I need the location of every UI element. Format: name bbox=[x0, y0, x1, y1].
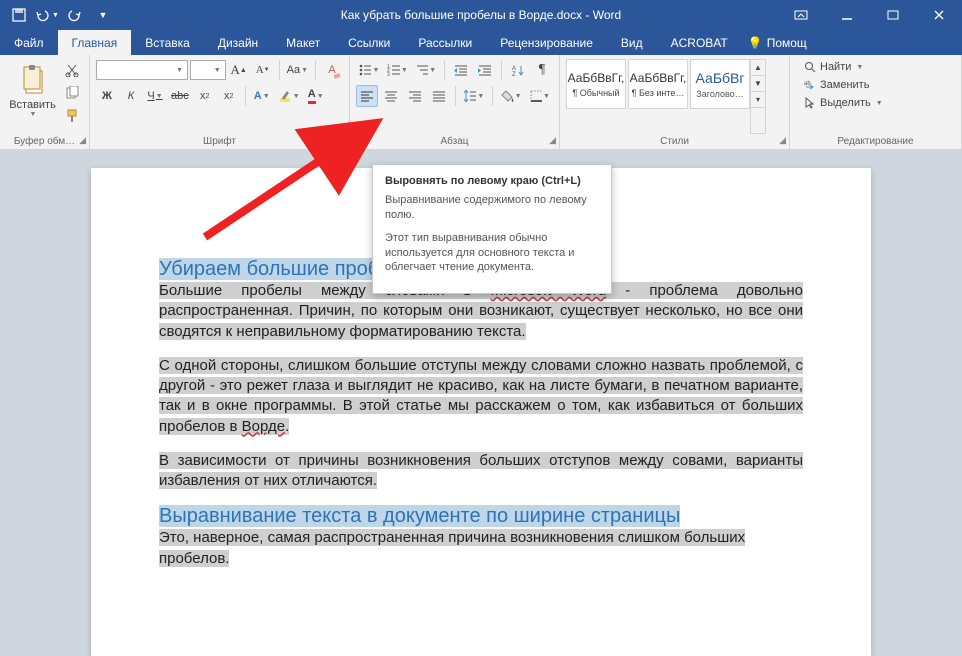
styles-launcher-icon[interactable]: ◢ bbox=[779, 135, 786, 146]
strike-icon[interactable]: abc bbox=[168, 85, 192, 107]
decrease-indent-icon[interactable] bbox=[450, 59, 472, 81]
doc-paragraph-4[interactable]: Это, наверное, самая распространенная пр… bbox=[159, 528, 803, 569]
format-painter-icon[interactable] bbox=[61, 105, 83, 127]
paste-button[interactable]: Вставить ▼ bbox=[6, 59, 59, 123]
tab-file[interactable]: Файл bbox=[0, 30, 58, 55]
group-editing: Найти▼ ab Заменить Выделить▼ Редактирова… bbox=[790, 55, 962, 149]
style-gallery-more-icon[interactable]: ▾ bbox=[751, 92, 765, 108]
align-right-icon[interactable] bbox=[404, 85, 426, 107]
bold-icon[interactable]: Ж bbox=[96, 85, 118, 107]
qa-customize-icon[interactable]: ▼ bbox=[90, 2, 116, 28]
style-gallery-up-icon[interactable]: ▲ bbox=[751, 60, 765, 76]
style-normal[interactable]: АаБбВвГг, ¶ Обычный bbox=[566, 59, 626, 109]
group-paragraph: ▼ 123▼ ▼ AZ ¶ ▼ ▼ ▼ Абзац ◢ bbox=[350, 55, 560, 149]
minimize-icon[interactable] bbox=[824, 0, 870, 30]
tab-layout[interactable]: Макет bbox=[272, 30, 334, 55]
cut-icon[interactable] bbox=[61, 59, 83, 81]
save-icon[interactable] bbox=[6, 2, 32, 28]
text-effects-icon[interactable]: A▼ bbox=[251, 85, 273, 107]
group-styles-label: Стили bbox=[566, 134, 783, 147]
maximize-icon[interactable] bbox=[870, 0, 916, 30]
tab-acrobat[interactable]: ACROBAT bbox=[657, 30, 742, 55]
copy-icon[interactable] bbox=[61, 82, 83, 104]
group-paragraph-label: Абзац bbox=[356, 134, 553, 147]
group-font: ▼ ▼ A▲ A▼ Aa▼ A Ж К Ч▼ abc x2 x2 A▼ ▼ A▼… bbox=[90, 55, 350, 149]
search-icon bbox=[804, 61, 816, 73]
style-gallery-down-icon[interactable]: ▼ bbox=[751, 76, 765, 92]
borders-icon[interactable]: ▼ bbox=[527, 85, 553, 107]
align-left-tooltip: Выровнять по левому краю (Ctrl+L) Выравн… bbox=[372, 164, 612, 294]
tab-view[interactable]: Вид bbox=[607, 30, 657, 55]
titlebar: ▼ ▼ Как убрать большие пробелы в Ворде.d… bbox=[0, 0, 962, 30]
tooltip-text-2: Этот тип выравнивания обычно используетс… bbox=[385, 231, 599, 276]
svg-text:ab: ab bbox=[804, 81, 811, 87]
group-font-label: Шрифт bbox=[96, 134, 343, 147]
find-button[interactable]: Найти▼ bbox=[800, 59, 951, 75]
ribbon-tabs: Файл Главная Вставка Дизайн Макет Ссылки… bbox=[0, 30, 962, 55]
shrink-font-icon[interactable]: A▼ bbox=[252, 59, 274, 81]
group-clipboard-label: Буфер обм… bbox=[6, 134, 83, 147]
shading-icon[interactable]: ▼ bbox=[498, 85, 524, 107]
tell-me-label: Помощ bbox=[767, 36, 807, 50]
numbering-icon[interactable]: 123▼ bbox=[384, 59, 410, 81]
line-spacing-icon[interactable]: ▼ bbox=[461, 85, 487, 107]
sort-icon[interactable]: AZ bbox=[507, 59, 529, 81]
window-title: Как убрать большие пробелы в Ворде.docx … bbox=[341, 8, 621, 22]
tab-insert[interactable]: Вставка bbox=[131, 30, 204, 55]
style-nospacing[interactable]: АаБбВвГг, ¶ Без инте… bbox=[628, 59, 688, 109]
svg-text:3: 3 bbox=[387, 72, 390, 76]
clear-format-icon[interactable]: A bbox=[321, 59, 343, 81]
align-left-icon[interactable] bbox=[356, 85, 378, 107]
justify-icon[interactable] bbox=[428, 85, 450, 107]
bullets-icon[interactable]: ▼ bbox=[356, 59, 382, 81]
tooltip-title: Выровнять по левому краю (Ctrl+L) bbox=[385, 175, 599, 187]
font-color-icon[interactable]: A▼ bbox=[305, 85, 327, 107]
font-size-combo[interactable]: ▼ bbox=[190, 60, 226, 80]
align-center-icon[interactable] bbox=[380, 85, 402, 107]
close-icon[interactable] bbox=[916, 0, 962, 30]
svg-text:Z: Z bbox=[512, 72, 516, 76]
redo-icon[interactable] bbox=[62, 2, 88, 28]
highlight-icon[interactable]: ▼ bbox=[275, 85, 303, 107]
clipboard-launcher-icon[interactable]: ◢ bbox=[79, 135, 86, 146]
tab-home[interactable]: Главная bbox=[58, 30, 132, 55]
font-name-combo[interactable]: ▼ bbox=[96, 60, 188, 80]
italic-icon[interactable]: К bbox=[120, 85, 142, 107]
superscript-icon[interactable]: x2 bbox=[218, 85, 240, 107]
change-case-icon[interactable]: Aa▼ bbox=[285, 59, 311, 81]
tooltip-text-1: Выравнивание содержимого по левому полю. bbox=[385, 193, 599, 223]
doc-paragraph-3[interactable]: В зависимости от причины возникновения б… bbox=[159, 451, 803, 492]
tab-design[interactable]: Дизайн bbox=[204, 30, 272, 55]
undo-icon[interactable]: ▼ bbox=[34, 2, 60, 28]
paste-label: Вставить bbox=[9, 99, 56, 111]
grow-font-icon[interactable]: A▲ bbox=[228, 59, 250, 81]
ribbon-options-icon[interactable] bbox=[778, 0, 824, 30]
underline-icon[interactable]: Ч▼ bbox=[144, 85, 166, 107]
subscript-icon[interactable]: x2 bbox=[194, 85, 216, 107]
lightbulb-icon: 💡 bbox=[748, 36, 763, 50]
replace-button[interactable]: ab Заменить bbox=[800, 77, 951, 93]
show-marks-icon[interactable]: ¶ bbox=[531, 59, 553, 81]
select-button[interactable]: Выделить▼ bbox=[800, 95, 951, 111]
group-styles: АаБбВвГг, ¶ Обычный АаБбВвГг, ¶ Без инте… bbox=[560, 55, 790, 149]
multilevel-icon[interactable]: ▼ bbox=[413, 59, 439, 81]
doc-heading[interactable]: Убираем большие проб bbox=[159, 258, 379, 280]
doc-paragraph-2[interactable]: С одной стороны, слишком большие отступы… bbox=[159, 356, 803, 437]
doc-heading-2[interactable]: Выравнивание текста в документе по ширин… bbox=[159, 505, 680, 527]
tab-mailings[interactable]: Рассылки bbox=[404, 30, 486, 55]
tab-references[interactable]: Ссылки bbox=[334, 30, 404, 55]
group-editing-label: Редактирование bbox=[796, 134, 955, 147]
ribbon: Вставить ▼ Буфер обм… ◢ ▼ ▼ A▲ A▼ Aa▼ A … bbox=[0, 55, 962, 150]
paragraph-launcher-icon[interactable]: ◢ bbox=[549, 135, 556, 146]
font-launcher-icon[interactable]: ◢ bbox=[339, 135, 346, 146]
group-clipboard: Вставить ▼ Буфер обм… ◢ bbox=[0, 55, 90, 149]
tab-review[interactable]: Рецензирование bbox=[486, 30, 607, 55]
style-heading1[interactable]: АаБбВг Заголово… bbox=[690, 59, 750, 109]
cursor-icon bbox=[804, 97, 816, 109]
tell-me[interactable]: 💡 Помощ bbox=[748, 30, 807, 55]
increase-indent-icon[interactable] bbox=[474, 59, 496, 81]
replace-icon: ab bbox=[804, 79, 816, 91]
